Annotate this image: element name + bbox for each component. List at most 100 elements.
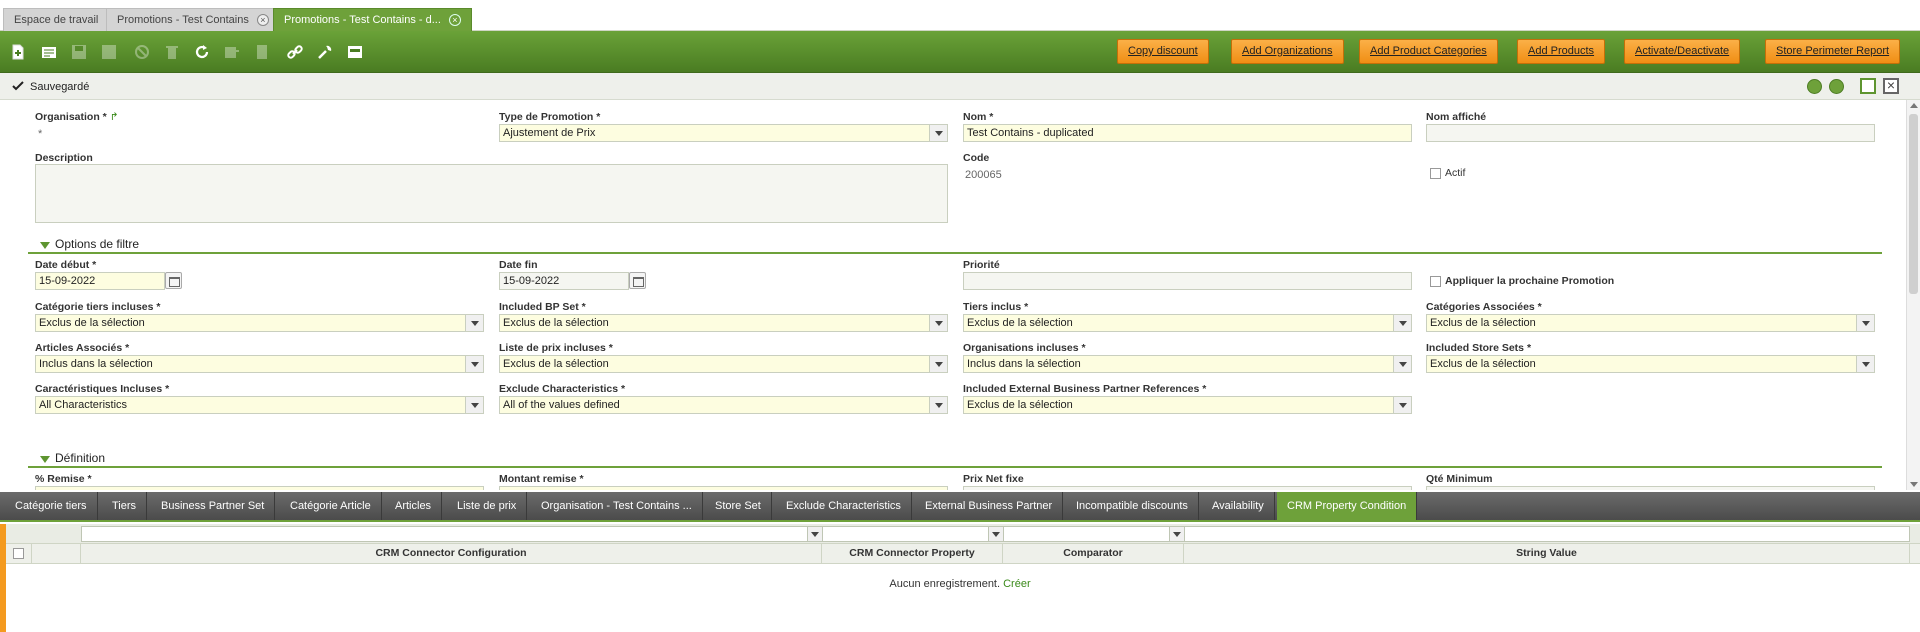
- calendar-icon[interactable]: [165, 272, 182, 289]
- subtab-crm-property-condition[interactable]: CRM Property Condition: [1277, 492, 1418, 520]
- save-close-icon[interactable]: [98, 41, 120, 63]
- organisation-value[interactable]: *: [38, 128, 42, 140]
- chevron-down-icon: [988, 527, 1003, 541]
- delete-icon[interactable]: [161, 41, 183, 63]
- maximize-icon[interactable]: [1860, 78, 1876, 94]
- qte-min-input[interactable]: [1426, 486, 1875, 490]
- new-form-icon[interactable]: [38, 41, 60, 63]
- chevron-down-icon: [1393, 315, 1411, 331]
- section-definition[interactable]: Définition: [28, 448, 1882, 468]
- appliquer-checkbox[interactable]: [1430, 276, 1441, 287]
- tab-promotions-test-contains[interactable]: Promotions - Test Contains ×: [106, 8, 280, 31]
- header-spacer: [32, 544, 81, 563]
- prix-net-label: Prix Net fixe: [963, 473, 1024, 485]
- export-icon[interactable]: [221, 41, 243, 63]
- new-record-icon[interactable]: [7, 41, 29, 63]
- date-fin-input[interactable]: 15-09-2022: [499, 272, 629, 290]
- undo-icon[interactable]: [131, 41, 153, 63]
- save-icon[interactable]: [68, 41, 90, 63]
- filter-row: [6, 524, 1920, 544]
- subtab-external-business-partner[interactable]: External Business Partner: [915, 492, 1064, 520]
- crm-grid: CRM Connector Configuration CRM Connecto…: [0, 524, 1920, 632]
- col-string-value[interactable]: String Value: [1184, 544, 1910, 563]
- copy-discount-button[interactable]: Copy discount: [1117, 39, 1209, 64]
- chevron-down-icon: [465, 315, 483, 331]
- close-icon[interactable]: ×: [448, 14, 461, 27]
- nom-affiche-label: Nom affiché: [1426, 111, 1487, 123]
- priorite-label: Priorité: [963, 259, 1000, 271]
- tiers-inclus-select[interactable]: Exclus de la sélection: [963, 314, 1412, 332]
- date-debut-input[interactable]: 15-09-2022: [35, 272, 165, 290]
- refresh-icon[interactable]: [191, 41, 213, 63]
- subtab-tiers[interactable]: Tiers: [102, 492, 148, 520]
- cat-associees-select[interactable]: Exclus de la sélection: [1426, 314, 1875, 332]
- remise-input[interactable]: [35, 486, 484, 490]
- tools-icon[interactable]: [314, 41, 336, 63]
- link-icon[interactable]: [284, 41, 306, 63]
- type-promotion-select[interactable]: Ajustement de Prix: [499, 124, 948, 142]
- subtab-business-partner-set[interactable]: Business Partner Set: [151, 492, 276, 520]
- layout-icon[interactable]: [344, 41, 366, 63]
- form-scrollbar[interactable]: [1906, 100, 1920, 490]
- filter-crm-property[interactable]: [822, 526, 1004, 542]
- organisations-incluses-select[interactable]: Inclus dans la sélection: [963, 355, 1412, 373]
- caracteristiques-select[interactable]: All Characteristics: [35, 396, 484, 414]
- qte-min-label: Qté Minimum: [1426, 473, 1493, 485]
- store-perimeter-report-button[interactable]: Store Perimeter Report: [1765, 39, 1901, 64]
- calendar-icon[interactable]: [629, 272, 646, 289]
- add-products-button[interactable]: Add Products: [1517, 39, 1606, 64]
- scroll-down-icon: [1910, 482, 1918, 487]
- appliquer-label: Appliquer la prochaine Promotion: [1445, 275, 1615, 287]
- subtab-organisation[interactable]: Organisation - Test Contains ...: [531, 492, 703, 520]
- ext-bp-refs-select[interactable]: Exclus de la sélection: [963, 396, 1412, 414]
- prix-net-input[interactable]: [963, 486, 1412, 490]
- exclude-characteristics-select[interactable]: All of the values defined: [499, 396, 948, 414]
- included-store-sets-select[interactable]: Exclus de la sélection: [1426, 355, 1875, 373]
- tab-workspace[interactable]: Espace de travail: [3, 8, 110, 31]
- description-textarea[interactable]: [35, 164, 948, 223]
- col-comparator[interactable]: Comparator: [1003, 544, 1184, 563]
- subtab-liste-prix[interactable]: Liste de prix: [447, 492, 528, 520]
- add-product-categories-button[interactable]: Add Product Categories: [1359, 39, 1498, 64]
- articles-associes-select[interactable]: Inclus dans la sélection: [35, 355, 484, 373]
- status-bar: Sauvegardé ×: [0, 73, 1920, 100]
- col-crm-connector-property[interactable]: CRM Connector Property: [822, 544, 1003, 563]
- select-all-cell[interactable]: [6, 544, 32, 563]
- nom-affiche-input[interactable]: [1426, 124, 1875, 142]
- activate-deactivate-button[interactable]: Activate/Deactivate: [1624, 39, 1741, 64]
- subtab-exclude-characteristics[interactable]: Exclude Characteristics: [776, 492, 912, 520]
- add-organizations-button[interactable]: Add Organizations: [1231, 39, 1344, 64]
- col-crm-connector-configuration[interactable]: CRM Connector Configuration: [81, 544, 822, 563]
- filter-crm-config[interactable]: [81, 526, 823, 542]
- subtab-categorie-article[interactable]: Catégorie Article: [280, 492, 382, 520]
- section-options-filtre[interactable]: Options de filtre: [28, 234, 1882, 254]
- next-record-icon[interactable]: [1829, 79, 1844, 94]
- scroll-up-icon: [1910, 103, 1918, 108]
- close-icon[interactable]: ×: [256, 14, 269, 27]
- exclude-characteristics-label: Exclude Characteristics *: [499, 383, 626, 395]
- subtab-incompatible-discounts[interactable]: Incompatible discounts: [1066, 492, 1199, 520]
- nom-input[interactable]: Test Contains - duplicated: [963, 124, 1412, 142]
- saved-status: Sauvegardé: [30, 81, 90, 93]
- subtab-categorie-tiers[interactable]: Catégorie tiers: [5, 492, 98, 520]
- montant-remise-input[interactable]: [499, 486, 948, 490]
- liste-prix-select[interactable]: Exclus de la sélection: [499, 355, 948, 373]
- tab-label: Promotions - Test Contains: [117, 14, 249, 26]
- subtab-availability[interactable]: Availability: [1202, 492, 1275, 520]
- remise-label: % Remise *: [35, 473, 92, 485]
- previous-record-icon[interactable]: [1807, 79, 1822, 94]
- subtab-articles[interactable]: Articles: [385, 492, 443, 520]
- actif-checkbox[interactable]: [1430, 168, 1441, 179]
- create-link[interactable]: Créer: [1003, 578, 1031, 590]
- tab-promotions-duplicated[interactable]: Promotions - Test Contains - d... ×: [273, 8, 472, 31]
- filter-string-value[interactable]: [1184, 526, 1910, 542]
- select-all-checkbox[interactable]: [13, 548, 24, 559]
- cat-tiers-select[interactable]: Exclus de la sélection: [35, 314, 484, 332]
- filter-comparator[interactable]: [1003, 526, 1185, 542]
- subtab-store-set[interactable]: Store Set: [705, 492, 772, 520]
- chevron-down-icon: [929, 397, 947, 413]
- priorite-input[interactable]: [963, 272, 1412, 290]
- attachment-icon[interactable]: [251, 41, 273, 63]
- close-form-icon[interactable]: ×: [1883, 78, 1899, 94]
- included-bp-set-select[interactable]: Exclus de la sélection: [499, 314, 948, 332]
